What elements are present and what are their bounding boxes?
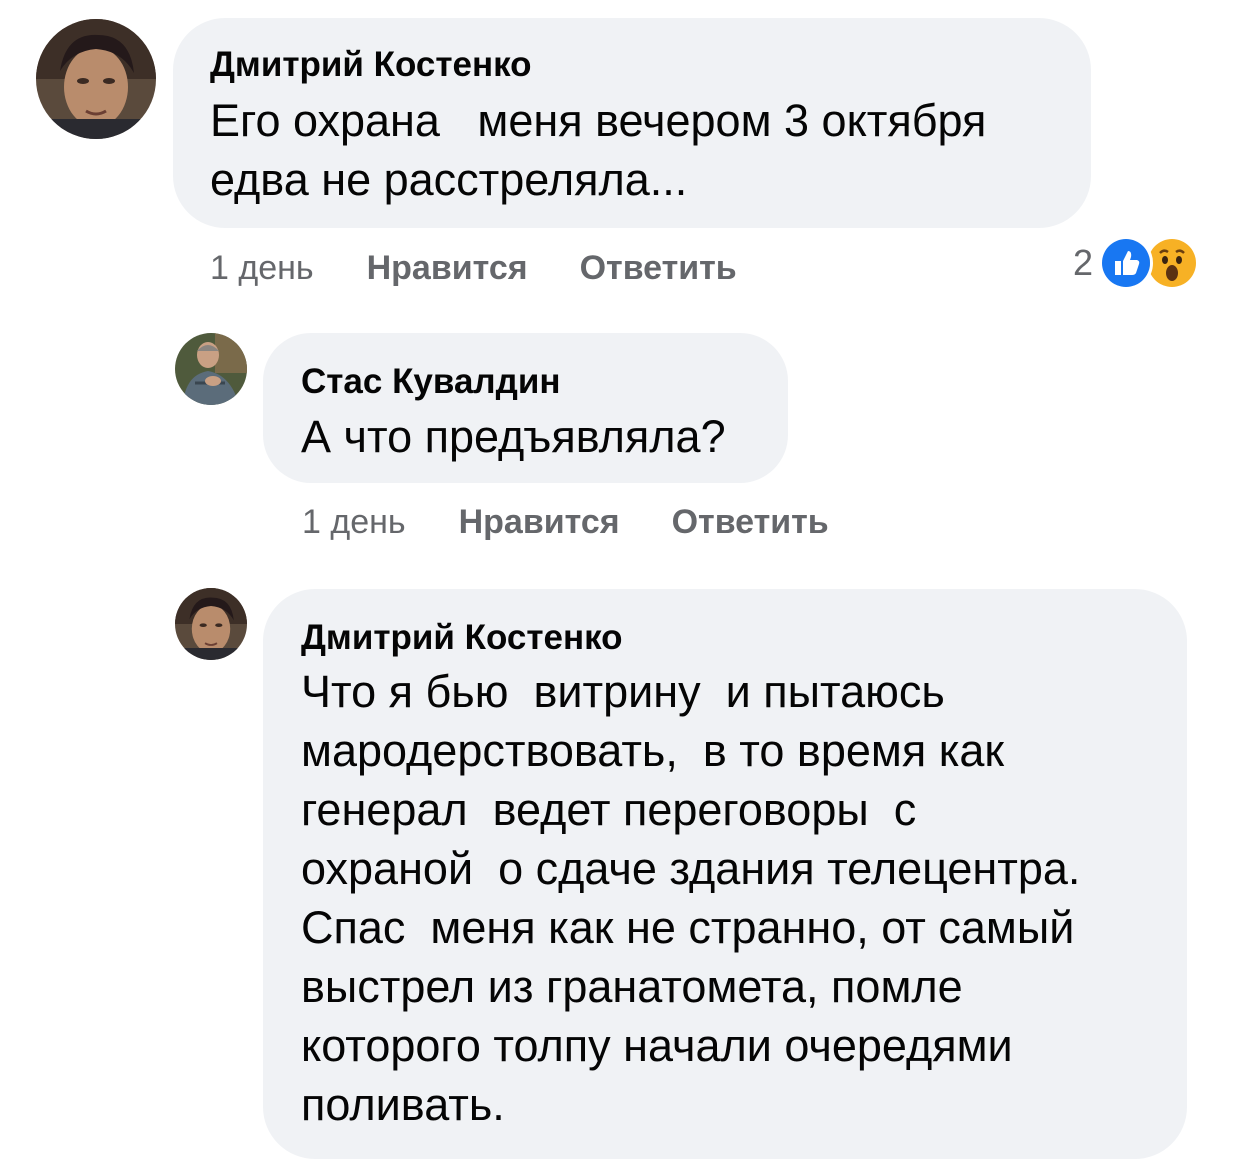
comment-bubble: Стас Кувалдин А что предъявляла? (263, 333, 788, 483)
wow-icon (1145, 236, 1200, 290)
comment-time[interactable]: 1 день (210, 249, 314, 288)
like-button[interactable]: Нравится (367, 249, 528, 288)
comment-author[interactable]: Дмитрий Костенко (301, 618, 1157, 658)
avatar[interactable] (175, 333, 247, 405)
comment-text: Что я бью витрину и пытаюсь мародерствов… (301, 666, 1081, 1130)
comment-author[interactable]: Стас Кувалдин (301, 362, 752, 402)
avatar[interactable] (36, 19, 156, 139)
comment-text: А что предъявляла? (301, 411, 726, 462)
like-icon (1099, 236, 1154, 290)
like-button[interactable]: Нравится (459, 503, 620, 542)
reaction-count: 2 (1073, 242, 1094, 283)
avatar-photo (175, 588, 247, 660)
reply-button[interactable]: Ответить (580, 249, 737, 288)
avatar-photo (175, 333, 247, 405)
comment-text: Его охрана меня вечером 3 октября едва н… (210, 95, 987, 205)
comment-bubble: Дмитрий Костенко Его охрана меня вечером… (173, 18, 1091, 228)
reaction-summary[interactable]: 2 (1073, 236, 1200, 290)
comments-thread: Дмитрий Костенко Его охрана меня вечером… (0, 0, 1241, 1166)
avatar-photo (36, 19, 156, 139)
avatar[interactable] (175, 588, 247, 660)
comment-author[interactable]: Дмитрий Костенко (210, 45, 1055, 85)
comment-actions: 1 день Нравится Ответить (210, 246, 737, 290)
comment-time[interactable]: 1 день (302, 503, 406, 542)
reply-button[interactable]: Ответить (672, 503, 829, 542)
comment-actions: 1 день Нравится Ответить (302, 500, 829, 544)
comment-bubble: Дмитрий Костенко Что я бью витрину и пыт… (263, 589, 1187, 1159)
